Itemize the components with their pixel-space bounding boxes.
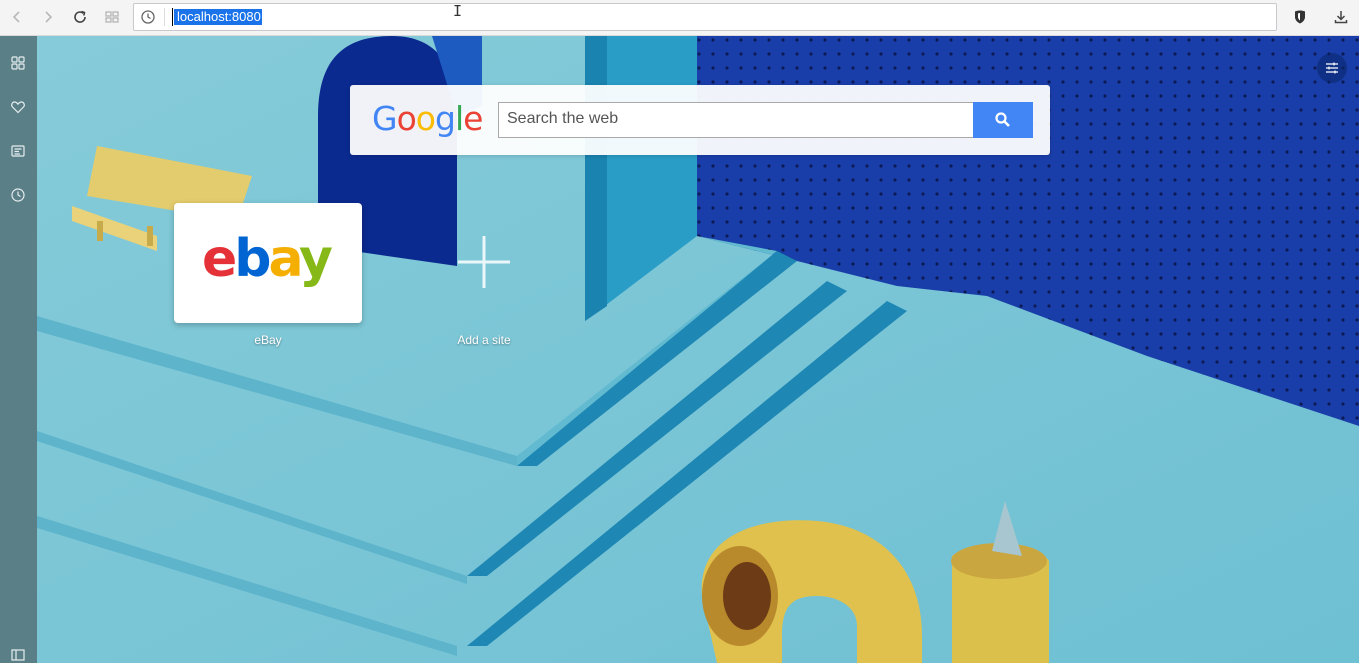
sliders-icon	[1326, 62, 1338, 74]
url-text[interactable]: localhost:8080	[174, 9, 262, 25]
forward-button[interactable]	[36, 5, 60, 29]
sidebar-item-history[interactable]	[7, 184, 29, 206]
address-bar[interactable]: localhost:8080	[133, 3, 1277, 31]
customize-button[interactable]	[1317, 53, 1347, 83]
search-input[interactable]	[499, 103, 975, 135]
history-icon	[11, 188, 25, 202]
search-button[interactable]	[973, 102, 1033, 138]
plus-icon	[458, 236, 510, 288]
speed-dial-label: eBay	[254, 333, 282, 347]
news-icon	[11, 145, 25, 157]
download-icon	[1334, 11, 1348, 24]
arrow-left-icon	[12, 11, 20, 23]
sidebar-item-speed-dial[interactable]	[7, 52, 29, 74]
grid-icon	[105, 11, 119, 23]
ebay-logo: ebay	[202, 229, 333, 289]
add-site-button[interactable]	[450, 228, 518, 296]
shield-icon	[1295, 10, 1305, 24]
download-button[interactable]	[1329, 5, 1353, 29]
vpn-button[interactable]	[1288, 5, 1312, 29]
reload-icon	[74, 10, 86, 23]
google-logo-letter: G	[372, 99, 398, 138]
clock-icon	[141, 10, 155, 24]
search-icon	[995, 112, 1010, 127]
text-caret	[172, 8, 173, 26]
search-field[interactable]	[498, 102, 975, 138]
google-logo-letter: o	[396, 99, 417, 138]
address-divider	[164, 8, 165, 26]
add-site-label: Add a site	[457, 333, 511, 347]
search-panel: Google	[350, 85, 1050, 155]
speed-dial-tile-ebay[interactable]: ebay	[174, 203, 362, 323]
arrow-right-icon	[45, 11, 53, 23]
google-logo-letter: l	[454, 99, 464, 138]
google-logo-letter: e	[463, 99, 483, 138]
sidebar-item-my-flow[interactable]	[7, 96, 29, 118]
google-logo: Google	[372, 99, 483, 138]
heart-icon	[11, 101, 25, 114]
sidebar	[0, 36, 37, 663]
google-logo-letter: o	[415, 99, 436, 138]
google-logo-letter: g	[434, 99, 456, 138]
mouse-cursor-icon: Ι	[453, 2, 463, 20]
browser-toolbar: localhost:8080 Ι	[0, 0, 1359, 36]
speed-dial-icon	[11, 56, 25, 70]
sidebar-item-news[interactable]	[7, 140, 29, 162]
tabs-button[interactable]	[100, 5, 124, 29]
back-button[interactable]	[5, 5, 29, 29]
sidebar-toggle-icon	[11, 649, 25, 661]
reload-button[interactable]	[68, 5, 92, 29]
